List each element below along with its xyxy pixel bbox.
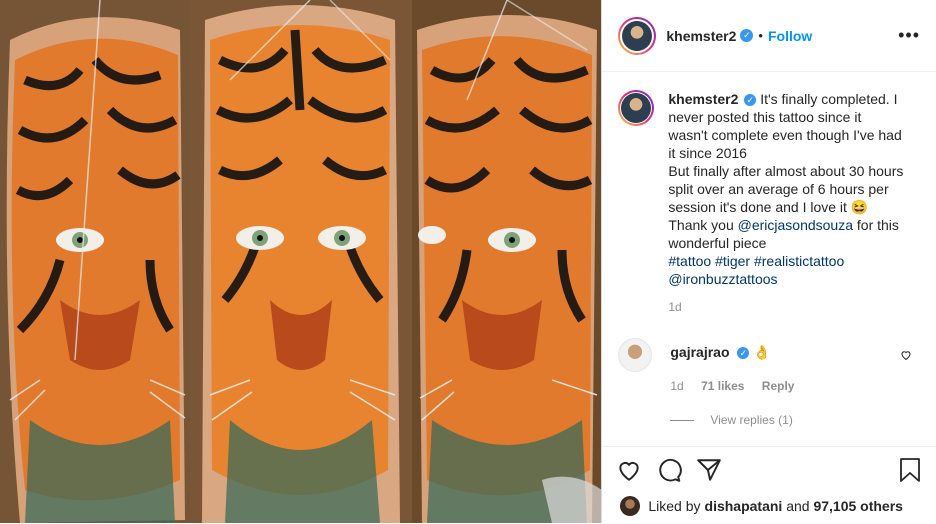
caption-avatar[interactable] — [620, 92, 653, 124]
instagram-post-view: khemster2 ✓ • Follow ••• khemster2 ✓ It'… — [0, 0, 936, 523]
caption-text: khemster2 ✓ It's finally completed. I ne… — [668, 90, 904, 288]
view-replies-line — [670, 419, 695, 421]
comment-username[interactable]: gajrajrao — [670, 344, 729, 360]
action-bar: Liked by dishapatani and 97,105 others — [602, 446, 936, 524]
liked-by-prefix: Liked by — [648, 498, 701, 514]
comment-meta: 1d 71 likes Reply — [670, 379, 808, 393]
post-photo[interactable] — [0, 0, 602, 523]
comment-like-heart-icon[interactable] — [900, 348, 912, 366]
caption-username[interactable]: khemster2 — [668, 91, 738, 107]
separator-dot: • — [758, 28, 763, 43]
photo-panel-left — [0, 0, 190, 523]
hashtag-links[interactable]: #tattoo #tiger #realistictattoo — [668, 253, 844, 269]
mention-link-2[interactable]: @ironbuzztattoos — [668, 271, 777, 287]
post-header: khemster2 ✓ • Follow ••• — [602, 0, 936, 72]
photo-panel-right — [412, 0, 602, 523]
heart-icon[interactable] — [616, 457, 642, 488]
share-icon[interactable] — [696, 457, 722, 488]
verified-badge-icon: ✓ — [740, 29, 754, 42]
post-sidebar: khemster2 ✓ • Follow ••• khemster2 ✓ It'… — [601, 0, 936, 523]
bookmark-icon[interactable] — [898, 457, 922, 488]
caption-age: 1d — [668, 300, 682, 314]
comment-likes[interactable]: 71 likes — [701, 379, 744, 393]
comment-verified-badge-icon: ✓ — [737, 347, 750, 360]
reply-button[interactable]: Reply — [762, 379, 795, 393]
more-options-icon[interactable]: ••• — [898, 26, 920, 44]
action-icons — [602, 447, 936, 488]
caption-story-ring[interactable] — [618, 90, 655, 126]
liked-by-count[interactable]: 97,105 others — [813, 498, 903, 514]
caption-verified-badge-icon: ✓ — [744, 94, 757, 107]
comment-icon[interactable] — [656, 457, 683, 488]
comment-text: 👌 — [753, 344, 771, 360]
comment: gajrajrao ✓ 👌 1d 71 likes Reply — [602, 314, 936, 393]
liked-by-and: and — [782, 498, 814, 514]
mention-link[interactable]: @ericjasondsouza — [738, 217, 853, 233]
liked-by-avatar[interactable] — [620, 496, 641, 516]
caption: khemster2 ✓ It's finally completed. I ne… — [602, 72, 936, 288]
view-replies-label[interactable]: View replies (1) — [710, 413, 792, 427]
liked-by: Liked by dishapatani and 97,105 others — [602, 488, 936, 516]
avatar[interactable] — [620, 18, 655, 53]
view-replies[interactable]: View replies (1) — [670, 413, 936, 427]
follow-button[interactable]: Follow — [768, 28, 812, 44]
caption-line-2: But finally after almost about 30 hours … — [668, 163, 904, 215]
photo-panel-center — [190, 0, 412, 523]
story-ring[interactable] — [618, 16, 657, 55]
liked-by-user[interactable]: dishapatani — [705, 498, 783, 514]
comment-body: gajrajrao ✓ 👌 1d 71 likes Reply — [670, 338, 808, 393]
comment-avatar[interactable] — [618, 338, 653, 372]
header-username[interactable]: khemster2 — [666, 28, 736, 44]
comment-age: 1d — [670, 379, 684, 393]
caption-thanks-prefix: Thank you — [668, 217, 738, 233]
